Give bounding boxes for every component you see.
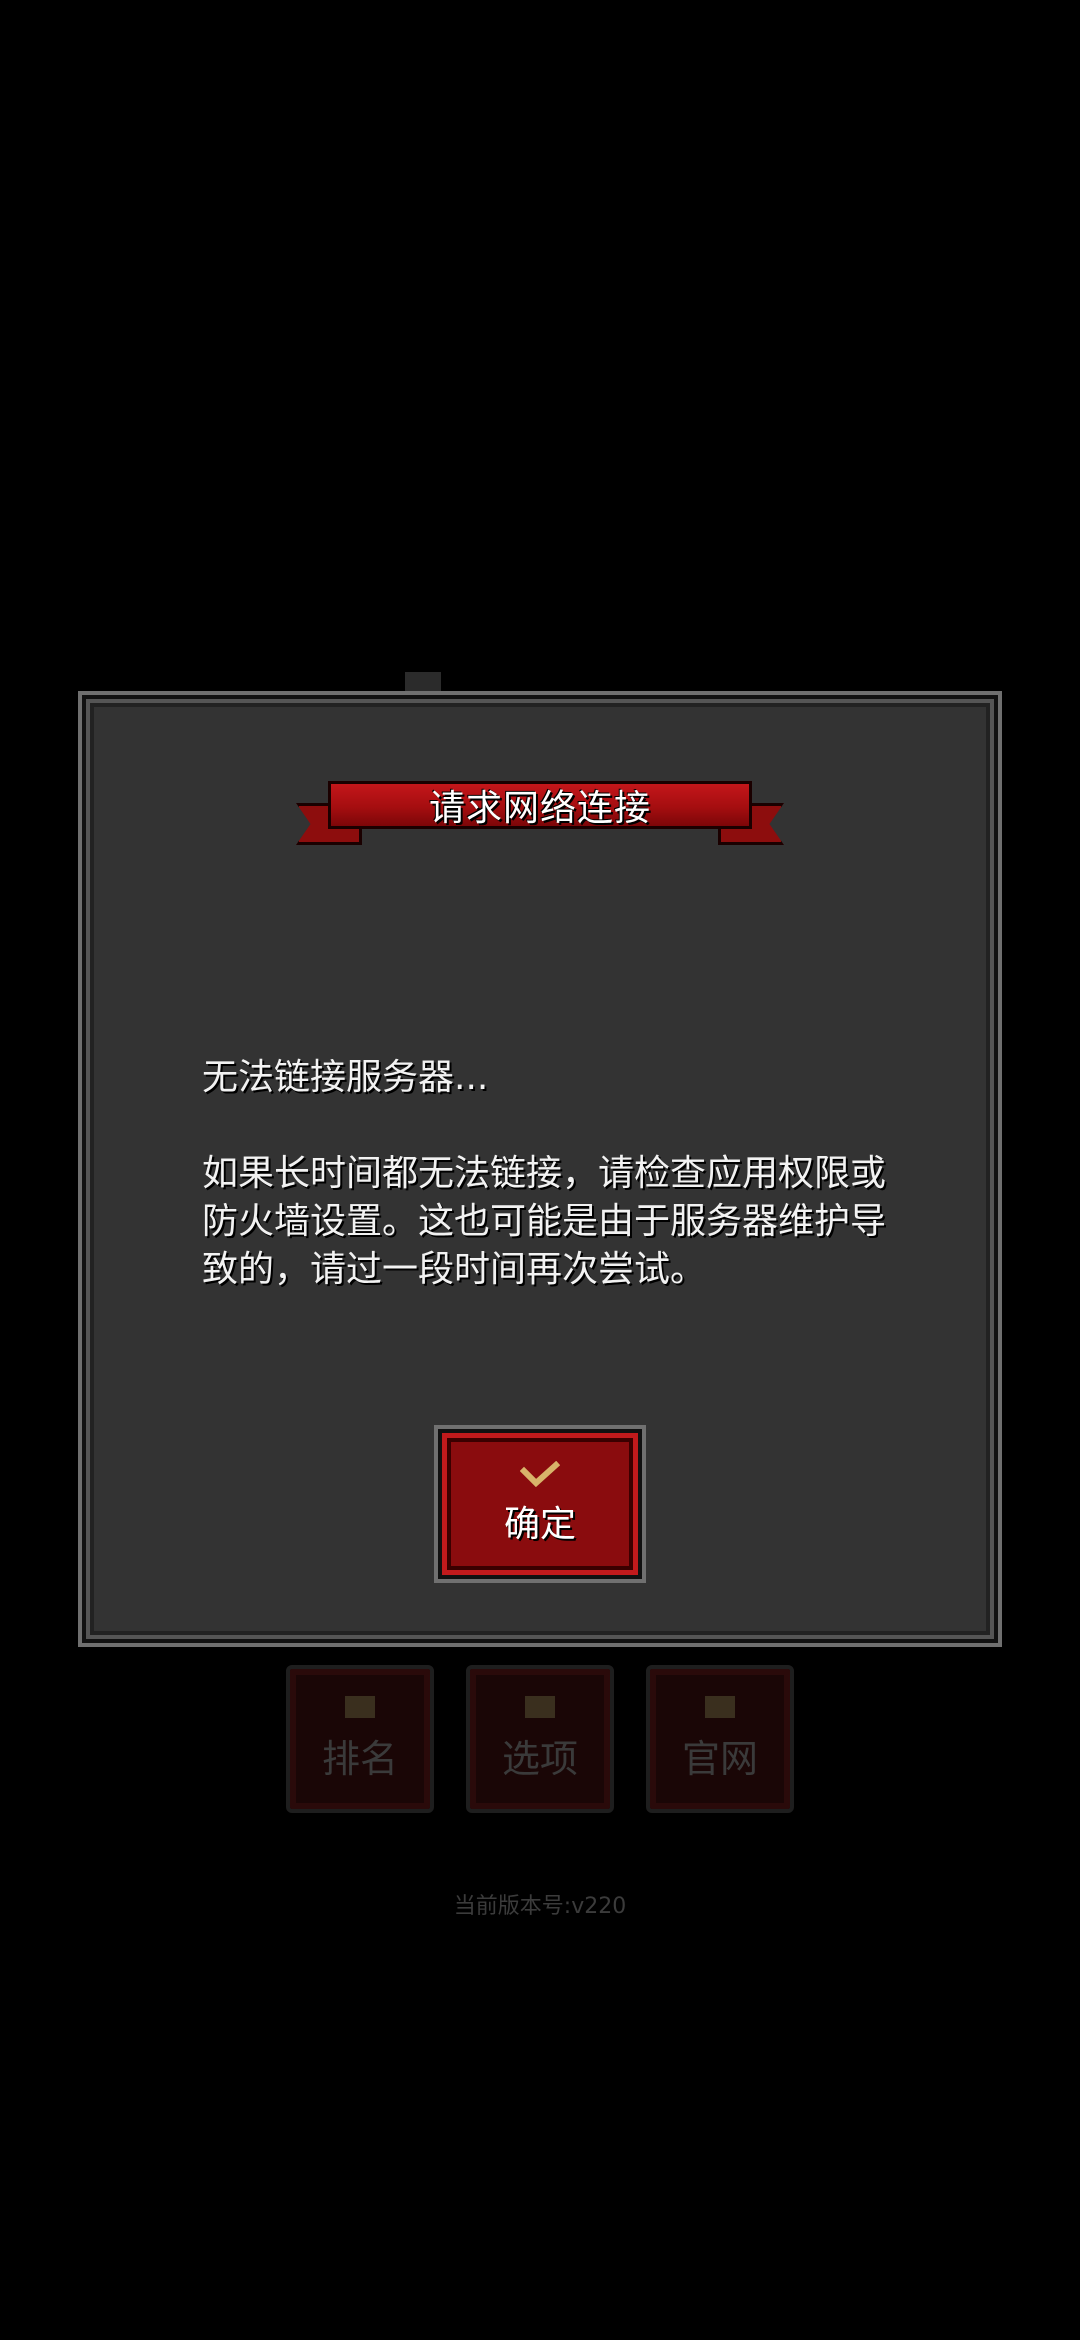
version-label: 当前版本号:v220 xyxy=(453,1894,627,1919)
ranking-button: 排名 xyxy=(286,1665,434,1813)
message-line-1: 无法链接服务器... xyxy=(202,1057,489,1098)
network-dialog: 请求网络连接 无法链接服务器... 如果长时间都无法链接，请检查应用权限或防火墙… xyxy=(78,691,1002,1647)
options-button: 选项 xyxy=(466,1665,614,1813)
game-screen: 排名 选项 官网 当前版本号:v220 请求网络连接 无法链接服务器... 如果… xyxy=(0,0,1080,2340)
options-label: 选项 xyxy=(501,1736,578,1781)
wrench-icon xyxy=(525,1695,555,1718)
official-site-label: 官网 xyxy=(681,1736,758,1781)
checkmark-icon xyxy=(520,1461,560,1487)
confirm-button[interactable]: 确定 xyxy=(434,1425,646,1583)
dialog-message: 无法链接服务器... 如果长时间都无法链接，请检查应用权限或防火墙设置。这也可能… xyxy=(202,1054,902,1294)
dialog-ribbon: 请求网络连接 xyxy=(296,781,784,845)
confirm-label: 确定 xyxy=(503,1504,576,1545)
ranking-label: 排名 xyxy=(321,1736,398,1781)
message-line-2: 如果长时间都无法链接，请检查应用权限或防火墙设置。这也可能是由于服务器维护导致的… xyxy=(202,1153,887,1290)
trophy-icon xyxy=(345,1695,375,1718)
refresh-icon xyxy=(705,1695,735,1718)
dialog-title: 请求网络连接 xyxy=(328,781,752,829)
official-site-button: 官网 xyxy=(646,1665,794,1813)
background-menu: 排名 选项 官网 xyxy=(286,1665,794,1815)
